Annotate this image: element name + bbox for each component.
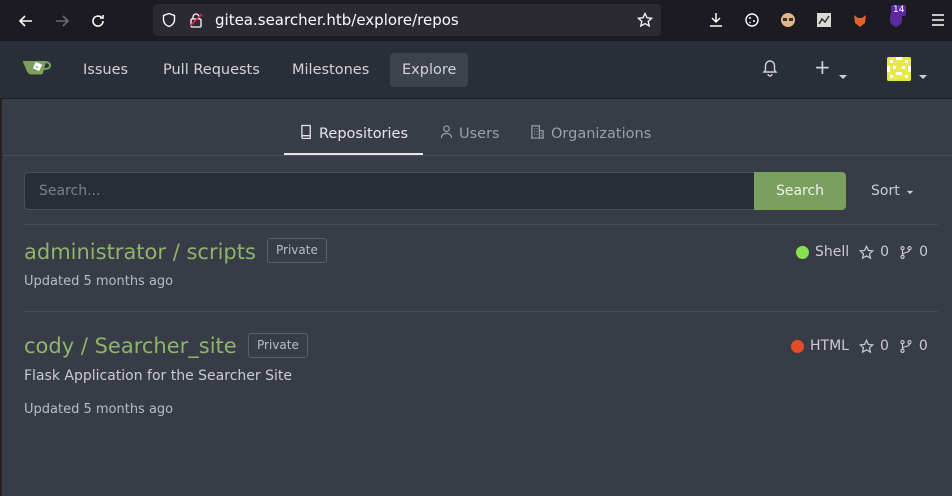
bookmark-star-icon[interactable]: [636, 11, 654, 28]
language-color-dot: [791, 339, 804, 353]
repo-title-link[interactable]: cody / Searcher_site: [24, 334, 237, 358]
downloads-icon[interactable]: [706, 10, 726, 30]
tab-organizations[interactable]: Organizations: [530, 124, 651, 143]
fork-icon[interactable]: [899, 339, 913, 354]
repo-title-link[interactable]: administrator / scripts: [24, 240, 256, 264]
cookie-icon[interactable]: [742, 10, 762, 30]
shield-icon[interactable]: [161, 12, 177, 28]
user-avatar[interactable]: [887, 57, 911, 81]
fork-icon[interactable]: [899, 245, 913, 260]
tab-repositories-label: Repositories: [319, 125, 409, 142]
reload-icon[interactable]: [85, 8, 111, 34]
tab-users-label: Users: [459, 125, 500, 142]
extension-face-icon[interactable]: [778, 10, 798, 30]
fork-count: 0: [918, 338, 928, 354]
create-plus-icon[interactable]: +: [814, 57, 831, 77]
private-badge: Private: [267, 238, 327, 263]
nav-explore[interactable]: Explore: [390, 53, 469, 87]
extension-chart-icon[interactable]: [814, 10, 834, 30]
nav-issues[interactable]: Issues: [71, 53, 140, 87]
tabs-divider: [4, 155, 952, 156]
gitea-logo-icon[interactable]: [22, 56, 52, 78]
repo-stats: Shell 0 0: [796, 244, 928, 260]
sort-label: Sort: [871, 183, 900, 199]
private-badge: Private: [248, 333, 308, 358]
repo-description: Flask Application for the Searcher Site: [24, 368, 292, 384]
results-divider: [24, 224, 938, 225]
explore-content: Repositories Users Organizations Search …: [0, 99, 952, 496]
create-chevron-down-icon[interactable]: [838, 65, 848, 84]
sort-dropdown[interactable]: Sort: [871, 183, 914, 199]
person-icon: [440, 124, 453, 143]
extension-badge: 14: [891, 5, 907, 16]
fork-count: 0: [919, 244, 928, 260]
hamburger-menu-icon[interactable]: [928, 10, 948, 30]
search-field-wrapper: [24, 172, 755, 210]
search-input[interactable]: [25, 173, 754, 209]
tab-repositories[interactable]: Repositories: [300, 124, 408, 143]
back-icon[interactable]: [13, 8, 39, 34]
user-menu-chevron-down-icon[interactable]: [918, 65, 928, 84]
star-icon[interactable]: [859, 244, 875, 260]
tab-users[interactable]: Users: [440, 124, 500, 143]
notifications-bell-icon[interactable]: [762, 59, 778, 81]
star-count: 0: [880, 244, 890, 260]
sort-chevron-down-icon: [906, 183, 914, 199]
extension-fox-icon[interactable]: [850, 10, 870, 30]
tab-organizations-label: Organizations: [551, 125, 652, 142]
star-count: 0: [879, 338, 889, 354]
search-button[interactable]: Search: [754, 172, 846, 210]
gitea-navbar: Issues Pull Requests Milestones Explore …: [0, 41, 952, 99]
nav-pull-requests[interactable]: Pull Requests: [151, 53, 272, 87]
repo-language: HTML: [810, 338, 849, 354]
repo-language: Shell: [815, 244, 850, 260]
forward-icon[interactable]: [49, 8, 75, 34]
explore-tabs: Repositories Users Organizations: [2, 99, 952, 156]
language-color-dot: [796, 245, 809, 259]
repo-stats: HTML 0 0: [791, 338, 928, 354]
repo-divider: [24, 311, 938, 312]
organization-icon: [530, 124, 545, 143]
url-text[interactable]: gitea.searcher.htb/explore/repos: [215, 11, 459, 29]
nav-milestones[interactable]: Milestones: [280, 53, 381, 87]
repo-updated: Updated 5 months ago: [24, 274, 174, 289]
repo-book-icon: [300, 124, 313, 143]
insecure-lock-icon[interactable]: [188, 12, 204, 28]
url-bar[interactable]: gitea.searcher.htb/explore/repos: [153, 4, 661, 36]
repo-updated: Updated 5 months ago: [24, 402, 174, 417]
star-icon[interactable]: [858, 338, 874, 354]
browser-toolbar: gitea.searcher.htb/explore/repos 14: [0, 0, 952, 41]
